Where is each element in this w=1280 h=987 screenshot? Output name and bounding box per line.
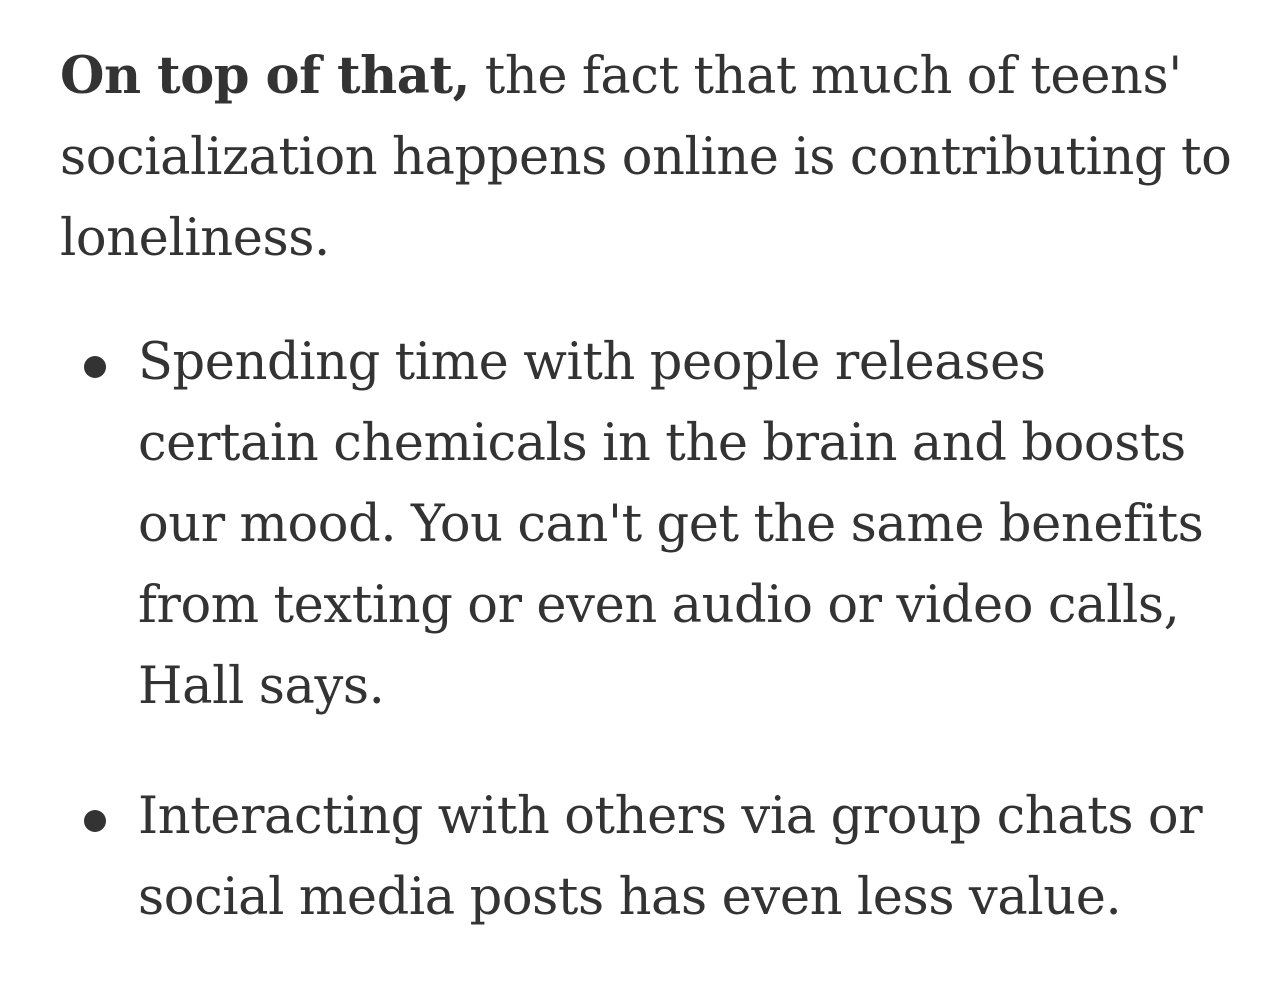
list-item: Spending time with people releases certa… xyxy=(60,322,1240,727)
bullet-icon xyxy=(84,356,106,378)
article-body: On top of that, the fact that much of te… xyxy=(60,36,1240,987)
list-item: Interacting with others via group chats … xyxy=(60,776,1240,938)
bullet-icon xyxy=(84,810,106,832)
intro-lead-bold: On top of that, xyxy=(60,46,470,106)
intro-paragraph: On top of that, the fact that much of te… xyxy=(60,36,1240,279)
bullet-text: Spending time with people releases certa… xyxy=(138,333,1204,716)
bullet-list: Spending time with people releases certa… xyxy=(60,322,1240,938)
bullet-text: Interacting with others via group chats … xyxy=(138,787,1203,927)
